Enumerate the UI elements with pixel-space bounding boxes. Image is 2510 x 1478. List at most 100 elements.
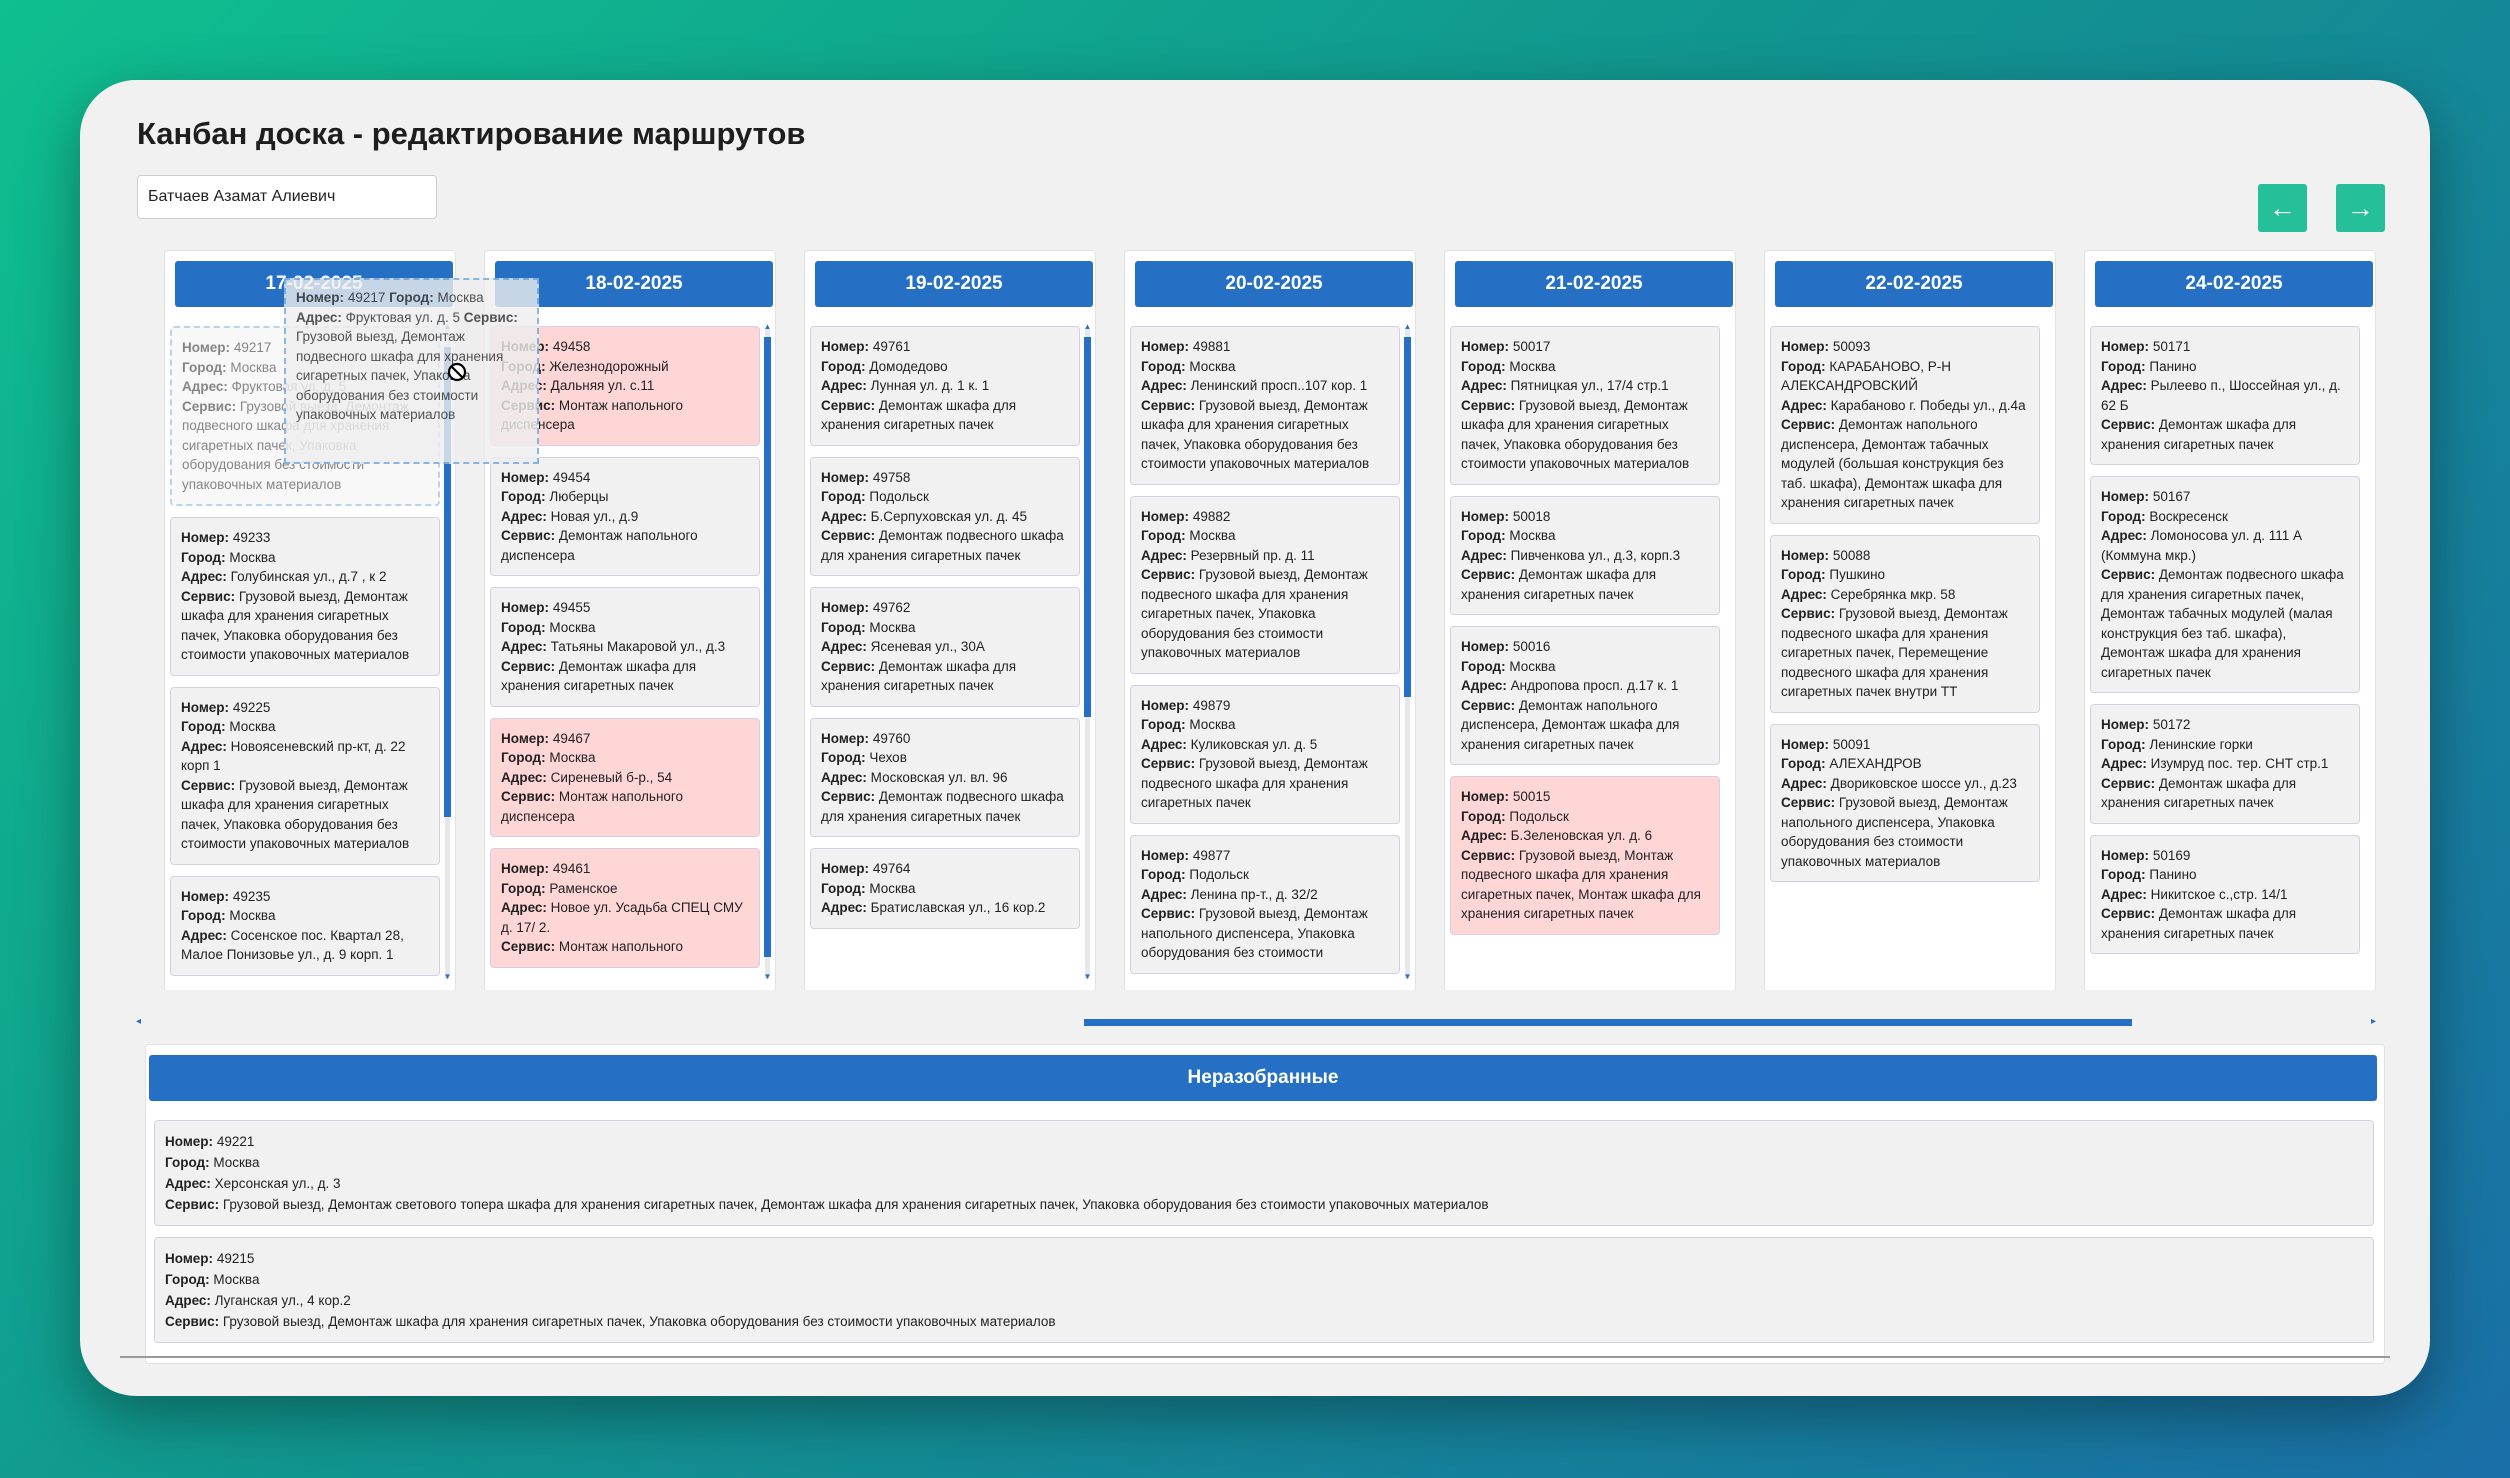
scroll-left-icon[interactable]: ◂ — [136, 1016, 141, 1027]
route-card[interactable]: Номер: 49881 Город: Москва Адрес: Ленински… — [1130, 326, 1400, 485]
route-card[interactable]: Номер: 50018 Город: Москва Адрес: Пивченко… — [1450, 495, 1720, 615]
route-card[interactable]: Номер: 49233 Город: Москва Адрес: Голубинс… — [170, 517, 440, 676]
card-city: Подольск — [1509, 808, 1569, 824]
scroll-right-icon[interactable]: ▸ — [2371, 1016, 2376, 1027]
route-card[interactable]: Номер: 49235 Город: Москва Адрес: Сосенско… — [170, 875, 440, 976]
card-service: Грузовой выезд, Демонтаж шкафа для хране… — [222, 1314, 1056, 1329]
route-card[interactable]: Номер: 49758 Город: Подольск Адрес: Б.Серп… — [810, 456, 1080, 576]
card-number: 50171 — [2152, 339, 2191, 354]
route-card[interactable]: Номер: 50088 Город: Пушкино Адрес: Серебря… — [1770, 534, 2040, 713]
scroll-up-icon[interactable]: ▲ — [1403, 323, 1412, 331]
route-card[interactable]: Номер: 49764 Город: Москва Адрес: Братисла… — [810, 848, 1080, 929]
field-label: Номер: — [821, 469, 870, 485]
card-city: Ленинские горки — [2149, 736, 2253, 752]
card-city: Москва — [230, 359, 277, 375]
day-column: 22-02-2025 Номер: 50093 Город: КАРАБАНОВО,… — [1764, 250, 2056, 990]
no-drop-cursor-icon — [447, 362, 467, 382]
column-scrollbar[interactable]: ▲▼ — [1083, 323, 1092, 981]
field-label: Сервис: — [501, 528, 556, 543]
card-address: Голубинская ул., д.7 , к 2 — [230, 569, 387, 584]
card-city: Воскресенск — [2149, 508, 2228, 524]
field-label: Город: — [821, 880, 866, 896]
assignee-select[interactable]: Батчаев Азамат Алиевич — [137, 175, 437, 219]
card-number: 50088 — [1832, 547, 1871, 563]
scrollbar-thumb[interactable] — [1084, 337, 1091, 717]
route-card[interactable]: Номер: 49454 Город: Люберцы Адрес: Новая у… — [490, 456, 760, 576]
scroll-up-icon[interactable]: ▲ — [1083, 323, 1092, 331]
route-card[interactable]: Номер: 50169 Город: Панино Адрес: Никитско… — [2090, 834, 2360, 954]
route-card[interactable]: Номер: 49762 Город: Москва Адрес: Ясеневая… — [810, 587, 1080, 707]
route-card[interactable]: Номер: 49215 Город: Москва Адрес: Луганска… — [154, 1237, 2374, 1343]
card-number: 49221 — [216, 1134, 255, 1149]
field-label: Адрес: — [296, 309, 342, 325]
column-scrollbar[interactable]: ▲▼ — [1403, 323, 1412, 981]
field-label: Адрес: — [821, 639, 867, 654]
field-label: Номер: — [501, 600, 550, 615]
day-column: 20-02-2025 Номер: 49881 Город: Москва Адрес… — [1124, 250, 1416, 990]
scroll-down-icon[interactable]: ▼ — [443, 973, 452, 981]
route-card[interactable]: Номер: 50093 Город: КАРАБАНОВО, Р-Н АЛЕКС… — [1770, 326, 2040, 524]
field-label: Сервис: — [501, 789, 556, 804]
column-card-list: Номер: 50017 Город: Москва Адрес: Пятницка… — [1450, 326, 1720, 976]
field-label: Номер: — [821, 339, 870, 354]
field-label: Город: — [2101, 358, 2146, 374]
card-city: Москва — [1509, 528, 1556, 543]
route-card[interactable]: Номер: 49467 Город: Москва Адрес: Сиреневы… — [490, 717, 760, 837]
field-label: Сервис: — [181, 777, 236, 793]
card-number: 49225 — [232, 699, 271, 715]
scroll-down-icon[interactable]: ▼ — [763, 973, 772, 981]
route-card[interactable]: Номер: 50016 Город: Москва Адрес: Андропов… — [1450, 626, 1720, 765]
field-label: Город: — [2101, 867, 2146, 882]
route-card[interactable]: Номер: 49225 Город: Москва Адрес: Новоясен… — [170, 686, 440, 865]
route-card[interactable]: Номер: 50017 Город: Москва Адрес: Пятницка… — [1450, 326, 1720, 485]
field-label: Сервис: — [2101, 567, 2156, 582]
field-label: Адрес: — [1781, 586, 1827, 602]
dragged-card[interactable]: Номер: 49217 Город: Москва Адрес: Фрукто… — [284, 278, 539, 464]
scrollbar-thumb[interactable] — [1404, 337, 1411, 697]
route-card[interactable]: Номер: 50172 Город: Ленинские горки Адрес:… — [2090, 704, 2360, 824]
next-week-button[interactable]: → — [2336, 184, 2385, 232]
field-label: Адрес: — [2101, 378, 2147, 393]
card-city: Панино — [2149, 867, 2197, 882]
day-column: 24-02-2025 Номер: 50171 Город: Панино Адрес… — [2084, 250, 2376, 990]
card-address: Ленина пр-т., д. 32/2 — [1190, 886, 1318, 902]
prev-week-button[interactable]: ← — [2258, 184, 2307, 232]
card-city: Чехов — [869, 750, 907, 765]
board-horizontal-scrollbar[interactable]: ◂ ▸ — [136, 1016, 2381, 1028]
route-card[interactable]: Номер: 49882 Город: Москва Адрес: Резервны… — [1130, 495, 1400, 674]
card-address: Луганская ул., 4 кор.2 — [214, 1293, 351, 1308]
route-card[interactable]: Номер: 49879 Город: Москва Адрес: Куликовс… — [1130, 684, 1400, 824]
route-card[interactable]: Номер: 49761 Город: Домодедово Адрес: Лунн… — [810, 326, 1080, 446]
route-card[interactable]: Номер: 49461 Город: Раменское Адрес: Новое… — [490, 848, 760, 968]
scrollbar-thumb[interactable] — [764, 337, 771, 957]
route-card[interactable]: Номер: 50167 Город: Воскресенск Адрес: Лом… — [2090, 476, 2360, 693]
scroll-down-icon[interactable]: ▼ — [1403, 973, 1412, 981]
column-scrollbar[interactable]: ▲▼ — [763, 323, 772, 981]
route-card[interactable]: Номер: 50091 Город: АЛЕХАНДРОВ Адрес: Двор… — [1770, 723, 2040, 882]
field-label: Номер: — [2101, 339, 2150, 354]
route-card[interactable]: Номер: 50171 Город: Панино Адрес: Рылеево … — [2090, 326, 2360, 465]
card-city: Москва — [229, 908, 276, 923]
scroll-down-icon[interactable]: ▼ — [1083, 973, 1092, 981]
route-card[interactable]: Номер: 50015 Город: Подольск Адрес: Б.Зеле… — [1450, 776, 1720, 935]
field-label: Адрес: — [165, 1176, 211, 1191]
card-number: 49461 — [552, 861, 591, 876]
card-city: Москва — [869, 880, 916, 896]
route-card[interactable]: Номер: 49877 Город: Подольск Адрес: Ленина… — [1130, 834, 1400, 974]
field-label: Адрес: — [821, 769, 867, 785]
scrollbar-thumb[interactable] — [1084, 1019, 2132, 1026]
route-card[interactable]: Номер: 49221 Город: Москва Адрес: Херсонск… — [154, 1120, 2374, 1226]
card-city: Москва — [229, 549, 276, 565]
card-number: 50093 — [1832, 339, 1871, 354]
field-label: Город: — [181, 549, 226, 565]
field-label: Номер: — [1461, 789, 1510, 804]
route-card[interactable]: Номер: 49760 Город: Чехов Адрес: Московска… — [810, 717, 1080, 837]
card-city: Москва — [213, 1272, 260, 1287]
card-address: Фруктовая ул. д. 5 — [345, 309, 460, 325]
scroll-up-icon[interactable]: ▲ — [763, 323, 772, 331]
field-label: Сервис: — [1461, 697, 1516, 713]
route-card[interactable]: Номер: 49455 Город: Москва Адрес: Татьяны … — [490, 587, 760, 707]
field-label: Номер: — [2101, 847, 2150, 863]
card-address: Братиславская ул., 16 кор.2 — [870, 900, 1046, 915]
field-label: Номер: — [1461, 639, 1510, 654]
